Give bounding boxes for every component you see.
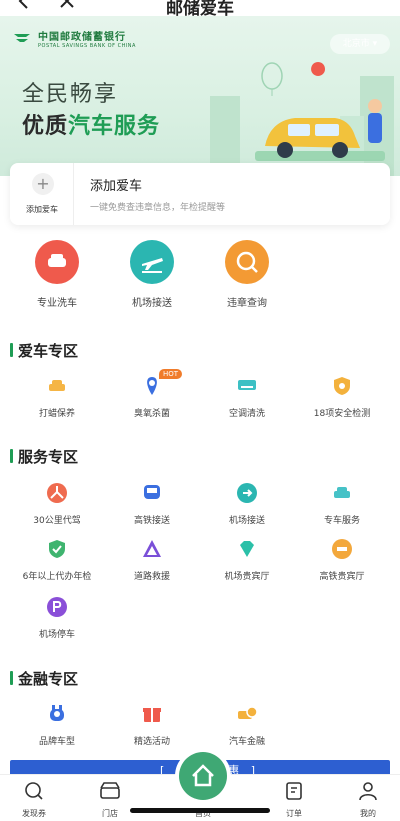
svc-label: 臭氧杀菌 (133, 409, 170, 419)
parking-icon (46, 596, 68, 618)
steering-wheel-icon (46, 482, 68, 504)
tab-label: 我的 (360, 809, 376, 818)
service-label: 专业洗车 (37, 298, 77, 309)
svc-brand-models[interactable]: 品牌车型 (7, 703, 107, 747)
section-title-service: 服务专区 (10, 446, 78, 467)
chevron-down-icon: ▾ (372, 39, 378, 49)
home-icon (192, 764, 214, 787)
train-icon (141, 482, 163, 504)
hero-banner: 中国邮政储蓄银行 POSTAL SAVINGS BANK OF CHINA 北京… (0, 16, 400, 176)
air-conditioner-icon (236, 375, 258, 397)
slogan-line1: 全民畅享 (22, 82, 119, 107)
user-icon (359, 782, 377, 801)
hot-badge: HOT (159, 369, 183, 379)
svc-wax[interactable]: 打蜡保养 (7, 375, 107, 419)
airplane-icon (130, 240, 174, 284)
page-title: 邮储爱车 (166, 0, 234, 19)
add-car-card[interactable]: + 添加爱车 添加爱车 一键免费查违章信息，年检提醒等 (10, 163, 390, 225)
svc-label: 汽车金融 (228, 737, 265, 747)
city-label: 北京市 (342, 39, 370, 49)
car-illustration (210, 62, 394, 176)
ozone-icon: HOT (141, 369, 183, 397)
slogan-line2: 优质汽车服务 (22, 108, 160, 140)
add-car-button-label: 添加爱车 (26, 205, 58, 214)
svc-designated-driver[interactable]: 30公里代驾 (7, 482, 107, 526)
svc-label: 18项安全检测 (313, 409, 371, 419)
app-screen: 邮储爱车 中国邮政储蓄银行 POSTAL SAVINGS BANK OF CHI… (0, 0, 400, 821)
add-car-subtitle: 一键免费查违章信息，年检提醒等 (90, 203, 226, 213)
shield-check-icon (46, 538, 68, 560)
car-icon (46, 375, 68, 397)
service-label: 机场接送 (132, 298, 172, 309)
svc-annual-inspection[interactable]: 6年以上代办年检 (7, 538, 107, 582)
svc-label: 精选活动 (133, 737, 170, 747)
svc-label: 30公里代驾 (33, 516, 81, 526)
svc-label: 机场贵宾厅 (224, 572, 270, 582)
section-title-car: 爱车专区 (10, 340, 78, 361)
service-label: 违章查询 (227, 298, 267, 309)
svc-ozone[interactable]: HOT 臭氧杀菌 (102, 369, 202, 419)
svc-safety-check[interactable]: 18项安全检测 (292, 375, 392, 419)
store-icon (100, 782, 120, 799)
service-violation-query[interactable]: 违章查询 (207, 240, 287, 309)
svc-ac-clean[interactable]: 空调清洗 (197, 375, 297, 419)
add-car-button[interactable]: + 添加爱车 (10, 163, 74, 225)
nav-bar: 邮储爱车 (0, 0, 400, 19)
gift-icon (141, 703, 163, 725)
svc-airport-parking[interactable]: 机场停车 (7, 596, 107, 640)
svc-label: 高铁贵宾厅 (319, 572, 365, 582)
search-doc-icon (225, 240, 269, 284)
service-airport-transfer[interactable]: 机场接送 (112, 240, 192, 309)
bank-logo-icon (14, 33, 30, 42)
slogan-line2-b: 汽车服务 (68, 114, 161, 139)
svc-rail-vip[interactable]: 高铁贵宾厅 (292, 538, 392, 582)
tab-profile[interactable]: 我的 (338, 781, 398, 819)
city-selector[interactable]: 北京市 ▾ (330, 34, 390, 54)
car-front-icon (46, 703, 68, 725)
bank-logo: 中国邮政储蓄银行 POSTAL SAVINGS BANK OF CHINA (12, 28, 136, 49)
section-title-finance: 金融专区 (10, 668, 78, 689)
slogan-line2-a: 优质 (22, 114, 69, 139)
car-wash-icon (35, 240, 79, 284)
svc-private-car[interactable]: 专车服务 (292, 482, 392, 526)
tab-stores[interactable]: 门店 (80, 781, 140, 819)
svc-label: 打蜡保养 (38, 409, 75, 419)
tab-discover[interactable]: 发现券 (4, 781, 64, 819)
home-fab[interactable] (179, 752, 227, 800)
car-icon (331, 482, 353, 504)
shield-icon (331, 375, 353, 397)
svc-featured-events[interactable]: 精选活动 (102, 703, 202, 747)
order-icon (286, 782, 302, 800)
tab-orders[interactable]: 订单 (264, 781, 324, 819)
svc-road-rescue[interactable]: 道路救援 (102, 538, 202, 582)
vip-icon (331, 538, 353, 560)
tab-label: 订单 (286, 809, 302, 818)
svc-label: 6年以上代办年检 (22, 572, 92, 582)
svc-airport-transfer[interactable]: 机场接送 (197, 482, 297, 526)
warning-triangle-icon (141, 538, 163, 560)
svc-rail-transfer[interactable]: 高铁接送 (102, 482, 202, 526)
svc-airport-vip[interactable]: 机场贵宾厅 (197, 538, 297, 582)
svc-label: 高铁接送 (133, 516, 170, 526)
bank-name-cn: 中国邮政储蓄银行 (38, 32, 126, 43)
plus-icon: + (32, 173, 54, 195)
bank-name-en: POSTAL SAVINGS BANK OF CHINA (38, 43, 136, 49)
svc-label: 机场接送 (228, 516, 265, 526)
svc-label: 专车服务 (323, 516, 360, 526)
service-car-wash[interactable]: 专业洗车 (17, 240, 97, 309)
svc-label: 空调清洗 (228, 409, 265, 419)
diamond-icon (236, 538, 258, 560)
svc-auto-finance[interactable]: 汽车金融 (197, 703, 297, 747)
home-indicator (130, 808, 270, 813)
search-icon (25, 782, 43, 800)
plane-circle-icon (236, 482, 258, 504)
money-car-icon (236, 703, 258, 725)
svc-label: 品牌车型 (38, 737, 75, 747)
svc-label: 道路救援 (133, 572, 170, 582)
svc-label: 机场停车 (38, 630, 75, 640)
add-car-title: 添加爱车 (90, 179, 143, 194)
tab-label: 发现券 (22, 809, 46, 818)
